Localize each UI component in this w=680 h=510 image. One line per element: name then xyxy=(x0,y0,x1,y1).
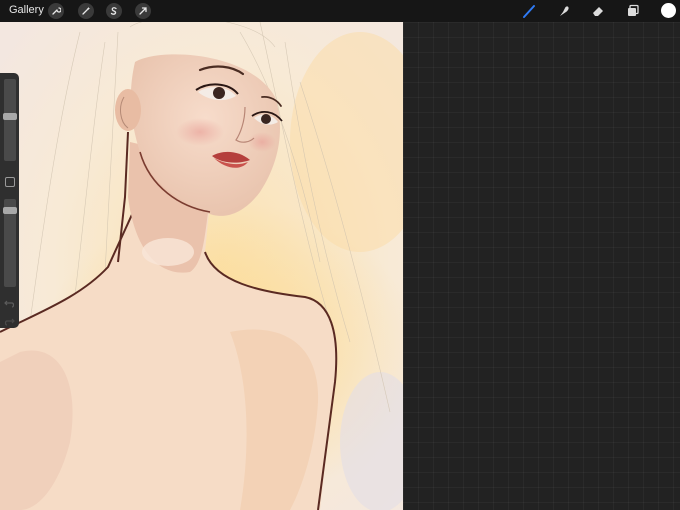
eraser-icon[interactable] xyxy=(590,3,606,19)
color-picker-swatch[interactable] xyxy=(661,3,676,18)
top-toolbar: Gallery xyxy=(0,0,680,22)
brush-size-slider[interactable] xyxy=(4,79,16,161)
workspace-background xyxy=(403,22,680,510)
transform-arrow-icon[interactable] xyxy=(135,3,151,19)
layers-icon[interactable] xyxy=(625,3,641,19)
smudge-icon[interactable] xyxy=(556,3,572,19)
undo-icon[interactable] xyxy=(4,295,15,308)
wrench-icon[interactable] xyxy=(48,3,64,19)
gallery-button[interactable]: Gallery xyxy=(9,4,44,16)
opacity-thumb[interactable] xyxy=(3,207,17,215)
magic-wand-icon[interactable] xyxy=(78,3,94,19)
brush-icon[interactable] xyxy=(521,3,537,19)
redo-icon[interactable] xyxy=(4,313,15,326)
brush-sidebar xyxy=(0,73,19,328)
selection-icon[interactable] xyxy=(106,3,122,19)
modify-button[interactable] xyxy=(5,177,15,187)
portrait-artwork xyxy=(0,22,403,510)
drawing-canvas[interactable] xyxy=(0,22,403,510)
brush-size-thumb[interactable] xyxy=(3,112,17,120)
